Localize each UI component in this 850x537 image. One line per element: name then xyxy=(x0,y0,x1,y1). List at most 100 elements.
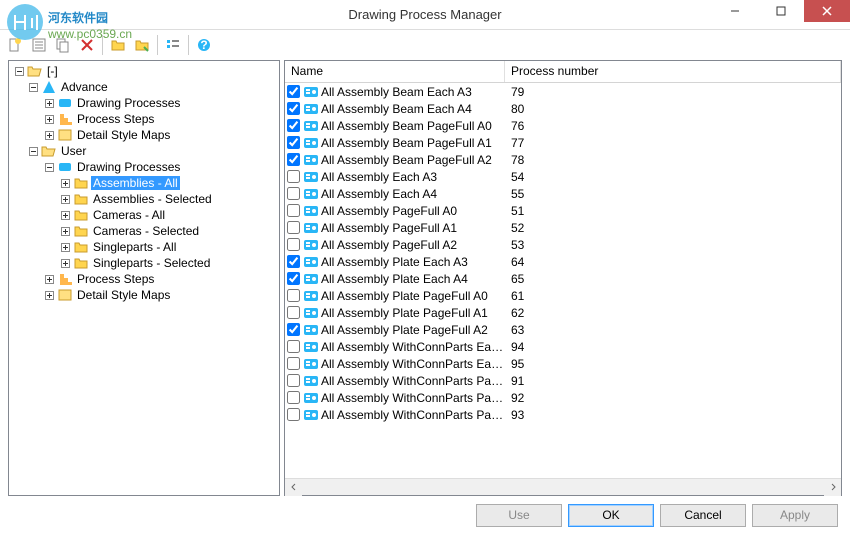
expand-icon[interactable] xyxy=(59,241,71,253)
list-row[interactable]: All Assembly Plate PageFull A2 63 xyxy=(285,321,841,338)
row-checkbox[interactable] xyxy=(287,153,300,166)
list-button[interactable] xyxy=(162,34,184,56)
row-name: All Assembly Beam PageFull A2 xyxy=(321,153,492,167)
properties-button[interactable] xyxy=(28,34,50,56)
row-checkbox[interactable] xyxy=(287,391,300,404)
row-checkbox[interactable] xyxy=(287,289,300,302)
new-button[interactable] xyxy=(4,34,26,56)
list-row[interactable]: All Assembly WithConnParts Pag... 92 xyxy=(285,389,841,406)
row-process-number: 91 xyxy=(505,374,841,388)
list-row[interactable]: All Assembly PageFull A0 51 xyxy=(285,202,841,219)
row-process-number: 54 xyxy=(505,170,841,184)
list-body[interactable]: All Assembly Beam Each A3 79 All Assembl… xyxy=(285,83,841,478)
list-row[interactable]: All Assembly Each A4 55 xyxy=(285,185,841,202)
list-row[interactable]: All Assembly WithConnParts Eac... 94 xyxy=(285,338,841,355)
expand-icon[interactable] xyxy=(59,225,71,237)
list-row[interactable]: All Assembly WithConnParts Pag... 93 xyxy=(285,406,841,423)
tree-advance[interactable]: Advance xyxy=(11,79,277,95)
list-row[interactable]: All Assembly Plate PageFull A0 61 xyxy=(285,287,841,304)
row-checkbox[interactable] xyxy=(287,238,300,251)
list-row[interactable]: All Assembly WithConnParts Pag... 91 xyxy=(285,372,841,389)
scroll-left-icon[interactable] xyxy=(285,479,302,496)
tree-user[interactable]: User xyxy=(11,143,277,159)
list-row[interactable]: All Assembly Beam PageFull A0 76 xyxy=(285,117,841,134)
cancel-button[interactable]: Cancel xyxy=(660,504,746,527)
row-checkbox[interactable] xyxy=(287,408,300,421)
help-button[interactable]: ? xyxy=(193,34,215,56)
tree-panel[interactable]: [-] Advance Drawing Pro xyxy=(8,60,280,496)
delete-button[interactable] xyxy=(76,34,98,56)
row-checkbox[interactable] xyxy=(287,306,300,319)
row-checkbox[interactable] xyxy=(287,204,300,217)
folder-button-1[interactable] xyxy=(107,34,129,56)
row-checkbox[interactable] xyxy=(287,221,300,234)
row-checkbox[interactable] xyxy=(287,374,300,387)
expand-icon[interactable] xyxy=(43,129,55,141)
row-process-number: 76 xyxy=(505,119,841,133)
tree-user-ps[interactable]: Process Steps xyxy=(11,271,277,287)
tree-user-dsm[interactable]: Detail Style Maps xyxy=(11,287,277,303)
copy-button[interactable] xyxy=(52,34,74,56)
ok-button[interactable]: OK xyxy=(568,504,654,527)
folder-button-2[interactable] xyxy=(131,34,153,56)
tree-user-sp_sel[interactable]: Singleparts - Selected xyxy=(11,255,277,271)
list-row[interactable]: All Assembly Beam PageFull A1 77 xyxy=(285,134,841,151)
row-checkbox[interactable] xyxy=(287,272,300,285)
row-checkbox[interactable] xyxy=(287,255,300,268)
row-checkbox[interactable] xyxy=(287,102,300,115)
list-row[interactable]: All Assembly Each A3 54 xyxy=(285,168,841,185)
tree-user-asm_all[interactable]: Assemblies - All xyxy=(11,175,277,191)
collapse-icon[interactable] xyxy=(13,65,25,77)
row-checkbox[interactable] xyxy=(287,357,300,370)
tree-user-sp_all[interactable]: Singleparts - All xyxy=(11,239,277,255)
use-button[interactable]: Use xyxy=(476,504,562,527)
process-icon xyxy=(303,407,319,423)
list-row[interactable]: All Assembly PageFull A2 53 xyxy=(285,236,841,253)
expand-icon[interactable] xyxy=(43,273,55,285)
expand-icon[interactable] xyxy=(43,289,55,301)
row-checkbox[interactable] xyxy=(287,323,300,336)
apply-button[interactable]: Apply xyxy=(752,504,838,527)
tree-user-cam_all[interactable]: Cameras - All xyxy=(11,207,277,223)
list-row[interactable]: All Assembly Plate Each A4 65 xyxy=(285,270,841,287)
column-process-number[interactable]: Process number xyxy=(505,61,841,82)
tree-user-cam_sel[interactable]: Cameras - Selected xyxy=(11,223,277,239)
row-checkbox[interactable] xyxy=(287,85,300,98)
expand-icon[interactable] xyxy=(43,113,55,125)
tree-root[interactable]: [-] xyxy=(11,63,277,79)
list-row[interactable]: All Assembly Beam PageFull A2 78 xyxy=(285,151,841,168)
collapse-icon[interactable] xyxy=(27,81,39,93)
row-checkbox[interactable] xyxy=(287,170,300,183)
expand-icon[interactable] xyxy=(59,209,71,221)
tree-adv-dsm[interactable]: Detail Style Maps xyxy=(11,127,277,143)
list-row[interactable]: All Assembly Beam Each A4 80 xyxy=(285,100,841,117)
expand-icon[interactable] xyxy=(43,97,55,109)
list-row[interactable]: All Assembly WithConnParts Eac... 95 xyxy=(285,355,841,372)
process-icon xyxy=(303,84,319,100)
tree-user-dp[interactable]: Drawing Processes xyxy=(11,159,277,175)
column-name[interactable]: Name xyxy=(285,61,505,82)
row-checkbox[interactable] xyxy=(287,136,300,149)
expand-icon[interactable] xyxy=(59,257,71,269)
list-row[interactable]: All Assembly Plate PageFull A1 62 xyxy=(285,304,841,321)
list-row[interactable]: All Assembly Plate Each A3 64 xyxy=(285,253,841,270)
row-process-number: 62 xyxy=(505,306,841,320)
collapse-icon[interactable] xyxy=(43,161,55,173)
horizontal-scrollbar[interactable] xyxy=(285,478,841,495)
maximize-button[interactable] xyxy=(758,0,804,22)
list-row[interactable]: All Assembly Beam Each A3 79 xyxy=(285,83,841,100)
expand-icon[interactable] xyxy=(59,177,71,189)
row-checkbox[interactable] xyxy=(287,187,300,200)
tree-adv-dp[interactable]: Drawing Processes xyxy=(11,95,277,111)
tree-user-asm_sel[interactable]: Assemblies - Selected xyxy=(11,191,277,207)
minimize-button[interactable] xyxy=(712,0,758,22)
scroll-right-icon[interactable] xyxy=(824,479,841,496)
row-checkbox[interactable] xyxy=(287,119,300,132)
list-row[interactable]: All Assembly PageFull A1 52 xyxy=(285,219,841,236)
collapse-icon[interactable] xyxy=(27,145,39,157)
tree-adv-ps[interactable]: Process Steps xyxy=(11,111,277,127)
expand-icon[interactable] xyxy=(59,193,71,205)
svg-text:?: ? xyxy=(200,38,207,52)
close-button[interactable] xyxy=(804,0,850,22)
row-checkbox[interactable] xyxy=(287,340,300,353)
